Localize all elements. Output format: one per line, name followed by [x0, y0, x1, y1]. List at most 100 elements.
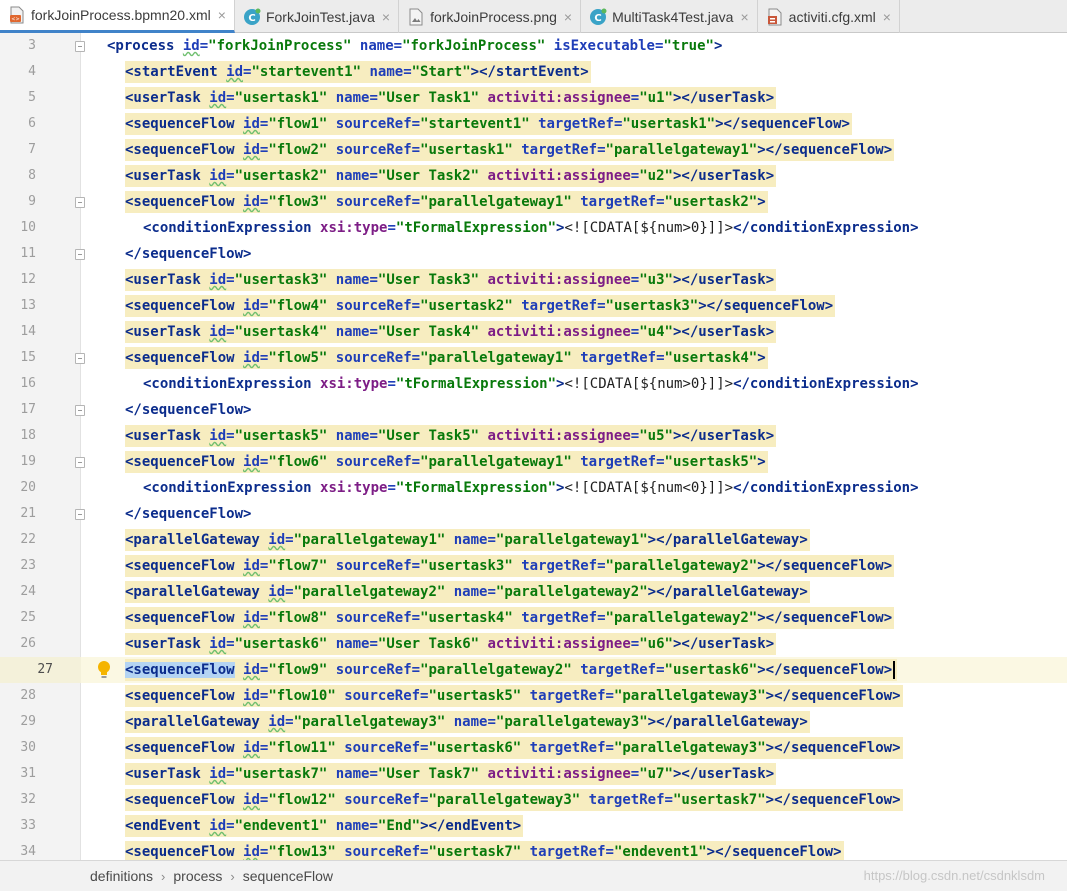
image-file-icon [407, 8, 425, 26]
line-number: 10 [20, 220, 36, 235]
line-number: 8 [28, 168, 36, 183]
code-line[interactable]: 32 <sequenceFlow id="flow12" sourceRef="p… [0, 787, 1067, 813]
tab-label: forkJoinProcess.bpmn20.xml [31, 7, 211, 23]
fold-toggle-icon[interactable] [75, 249, 85, 260]
line-number: 23 [20, 558, 36, 573]
code-line[interactable]: 23 <sequenceFlow id="flow7" sourceRef="us… [0, 553, 1067, 579]
code-line[interactable]: 18 <userTask id="usertask5" name="User Ta… [0, 423, 1067, 449]
breadcrumb-item-definitions[interactable]: definitions [90, 868, 153, 884]
line-number: 12 [20, 272, 36, 287]
editor-tab-bar: <> forkJoinProcess.bpmn20.xml × C ForkJoinTe… [0, 0, 1067, 33]
svg-text:C: C [248, 13, 255, 24]
close-icon[interactable]: × [382, 9, 390, 25]
code-line[interactable]: 24 <parallelGateway id="parallelgateway2"… [0, 579, 1067, 605]
breadcrumb-item-process[interactable]: process [173, 868, 222, 884]
code-line[interactable]: 34 <sequenceFlow id="flow13" sourceRef="u… [0, 839, 1067, 860]
code-line[interactable]: 20 <conditionExpression xsi:type="tFormal… [0, 475, 1067, 501]
code-line[interactable]: 16 <conditionExpression xsi:type="tFormal… [0, 371, 1067, 397]
line-number: 14 [20, 324, 36, 339]
code-text: <conditionExpression xsi:type="tFormalEx… [143, 480, 919, 496]
code-line[interactable]: 21 </sequenceFlow> [0, 501, 1067, 527]
fold-toggle-icon[interactable] [75, 353, 85, 364]
code-line[interactable]: 33 <endEvent id="endevent1" name="End"></… [0, 813, 1067, 839]
fold-toggle-icon[interactable] [75, 405, 85, 416]
line-number: 6 [28, 116, 36, 131]
line-number: 25 [20, 610, 36, 625]
code-text: <sequenceFlow id="flow11" sourceRef="use… [125, 737, 903, 759]
close-icon[interactable]: × [564, 9, 572, 25]
code-text: <sequenceFlow id="flow10" sourceRef="use… [125, 685, 903, 707]
code-text: <userTask id="usertask1" name="User Task… [125, 87, 777, 109]
code-line[interactable]: 13 <sequenceFlow id="flow4" sourceRef="us… [0, 293, 1067, 319]
code-line[interactable]: 12 <userTask id="usertask3" name="User Ta… [0, 267, 1067, 293]
code-text: <parallelGateway id="parallelgateway1" n… [125, 529, 810, 551]
code-line[interactable]: 3 <process id="forkJoinProcess" name="for… [0, 33, 1067, 59]
line-number: 30 [20, 740, 36, 755]
tab-activiti-cfg-xml[interactable]: activiti.cfg.xml × [758, 0, 900, 33]
line-number: 21 [20, 506, 36, 521]
code-line[interactable]: 22 <parallelGateway id="parallelgateway1"… [0, 527, 1067, 553]
fold-toggle-icon[interactable] [75, 41, 85, 52]
close-icon[interactable]: × [218, 7, 226, 23]
code-line[interactable]: 5 <userTask id="usertask1" name="User Tas… [0, 85, 1067, 111]
code-line[interactable]: 19 <sequenceFlow id="flow6" sourceRef="pa… [0, 449, 1067, 475]
code-line[interactable]: 14 <userTask id="usertask4" name="User Ta… [0, 319, 1067, 345]
code-line[interactable]: 9 <sequenceFlow id="flow3" sourceRef="par… [0, 189, 1067, 215]
code-text: <conditionExpression xsi:type="tFormalEx… [143, 376, 919, 392]
code-line[interactable]: 31 <userTask id="usertask7" name="User Ta… [0, 761, 1067, 787]
line-number: 15 [20, 350, 36, 365]
code-line[interactable]: 11 </sequenceFlow> [0, 241, 1067, 267]
line-number: 22 [20, 532, 36, 547]
close-icon[interactable]: × [883, 9, 891, 25]
line-number: 19 [20, 454, 36, 469]
tab-label: ForkJoinTest.java [265, 8, 375, 25]
code-line[interactable]: 28 <sequenceFlow id="flow10" sourceRef="u… [0, 683, 1067, 709]
line-number: 11 [20, 246, 36, 261]
code-line[interactable]: 27 <sequenceFlow id="flow9" sourceRef="pa… [0, 657, 1067, 683]
code-text: <sequenceFlow id="flow9" sourceRef="para… [125, 659, 898, 681]
tab-multitask4test-java[interactable]: C MultiTask4Test.java × [581, 0, 758, 33]
code-line[interactable]: 30 <sequenceFlow id="flow11" sourceRef="u… [0, 735, 1067, 761]
line-number: 4 [28, 64, 36, 79]
line-number: 20 [20, 480, 36, 495]
code-line[interactable]: 8 <userTask id="usertask2" name="User Tas… [0, 163, 1067, 189]
line-number: 32 [20, 792, 36, 807]
java-class-icon: C [589, 8, 607, 26]
code-text: </sequenceFlow> [125, 402, 252, 418]
code-line[interactable]: 25 <sequenceFlow id="flow8" sourceRef="us… [0, 605, 1067, 631]
fold-toggle-icon[interactable] [75, 457, 85, 468]
code-line[interactable]: 6 <sequenceFlow id="flow1" sourceRef="sta… [0, 111, 1067, 137]
fold-toggle-icon[interactable] [75, 509, 85, 520]
fold-toggle-icon[interactable] [75, 197, 85, 208]
xml-file-icon: <> [8, 6, 26, 24]
line-number: 29 [20, 714, 36, 729]
breadcrumb-item-sequenceflow[interactable]: sequenceFlow [243, 868, 333, 884]
code-line[interactable]: 29 <parallelGateway id="parallelgateway3"… [0, 709, 1067, 735]
line-number: 18 [20, 428, 36, 443]
tab-forkjointest-java[interactable]: C ForkJoinTest.java × [235, 0, 400, 33]
code-text: <sequenceFlow id="flow7" sourceRef="user… [125, 555, 895, 577]
code-line[interactable]: 26 <userTask id="usertask6" name="User Ta… [0, 631, 1067, 657]
code-text: <parallelGateway id="parallelgateway2" n… [125, 581, 810, 603]
code-line[interactable]: 17 </sequenceFlow> [0, 397, 1067, 423]
line-number: 3 [28, 38, 36, 53]
code-line[interactable]: 4 <startEvent id="startevent1" name="Star… [0, 59, 1067, 85]
code-text: <sequenceFlow id="flow12" sourceRef="par… [125, 789, 903, 811]
code-text: <userTask id="usertask4" name="User Task… [125, 321, 777, 343]
java-class-icon: C [243, 8, 261, 26]
breadcrumb-separator-icon: › [230, 868, 235, 884]
code-line[interactable]: 7 <sequenceFlow id="flow2" sourceRef="use… [0, 137, 1067, 163]
line-number: 5 [28, 90, 36, 105]
code-text: <sequenceFlow id="flow2" sourceRef="user… [125, 139, 895, 161]
code-line[interactable]: 10 <conditionExpression xsi:type="tFormal… [0, 215, 1067, 241]
code-text: </sequenceFlow> [125, 246, 252, 262]
code-line[interactable]: 15 <sequenceFlow id="flow5" sourceRef="pa… [0, 345, 1067, 371]
line-number: 26 [20, 636, 36, 651]
intention-lightbulb-icon[interactable] [95, 659, 113, 681]
tab-forkjoinprocess-bpmn20-xml[interactable]: <> forkJoinProcess.bpmn20.xml × [0, 0, 235, 33]
code-editor[interactable]: 3 <process id="forkJoinProcess" name="for… [0, 33, 1067, 860]
breadcrumb-separator-icon: › [161, 868, 166, 884]
tab-forkjoinprocess-png[interactable]: forkJoinProcess.png × [399, 0, 582, 33]
code-text: <sequenceFlow id="flow3" sourceRef="para… [125, 191, 768, 213]
close-icon[interactable]: × [740, 9, 748, 25]
